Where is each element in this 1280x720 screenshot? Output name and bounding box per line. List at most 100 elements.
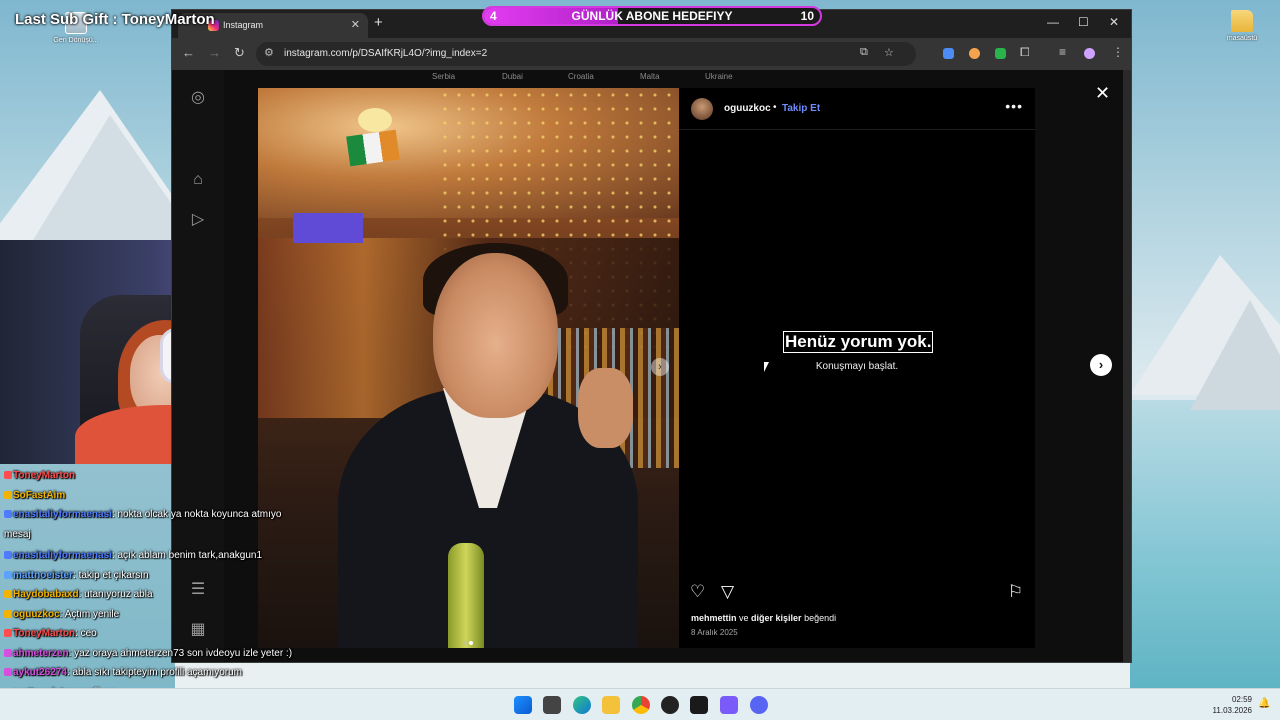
chat-text: nokta olcak ya nokta koyunca atmıyo: [117, 509, 282, 520]
obs-icon[interactable]: [720, 696, 738, 714]
menu-dots-icon[interactable]: ⋮: [1112, 45, 1124, 59]
taskbar: 02:59 11.03.2026 🔔: [0, 688, 1280, 720]
install-app-icon[interactable]: ⧉: [860, 46, 868, 59]
back-arrow-icon[interactable]: ←: [182, 45, 195, 60]
chat-badge-icon: [4, 570, 12, 579]
chat-message: Haydobabaxd: utanıyoruz abla: [4, 589, 153, 600]
instagram-page: ◎ ⌂ ▷ ☰ ▦ Serbia Dubai Croatia Malta Ukr…: [172, 70, 1131, 662]
chat-text: mesaj: [4, 528, 31, 540]
flag-label: Dubai: [502, 72, 523, 81]
maximize-icon[interactable]: ☐: [1078, 15, 1089, 29]
reels-icon[interactable]: ▷: [188, 210, 208, 230]
close-tab-icon[interactable]: ✕: [351, 18, 360, 31]
profile-avatar[interactable]: [1084, 48, 1095, 59]
wallpaper-lake: [1130, 400, 1280, 688]
start-conversation-text: Konuşmayı başlat.: [815, 361, 899, 372]
forward-arrow-icon[interactable]: →: [208, 45, 221, 60]
chat-username[interactable]: aykut26274: [13, 667, 67, 678]
author-avatar[interactable]: [691, 98, 713, 120]
chat-username[interactable]: mattnoeister: [13, 570, 73, 581]
likes-summary[interactable]: mehmettin ve diğer kişiler beğendi: [691, 613, 836, 623]
kick-streaming-icon[interactable]: [690, 696, 708, 714]
sub-goal-title: GÜNLÜK ABONE HEDEFIYY: [571, 9, 733, 23]
no-comments-title: Henüz yorum yok.: [783, 331, 934, 353]
minimize-icon[interactable]: —: [1047, 15, 1059, 29]
clock-time[interactable]: 02:59: [1220, 695, 1252, 704]
page-scrollbar[interactable]: [1123, 70, 1131, 662]
reload-icon[interactable]: ↻: [234, 45, 245, 61]
chat-username[interactable]: enasitaliyformaenasi: [13, 509, 112, 520]
task-view-icon[interactable]: [543, 696, 561, 714]
share-icon[interactable]: ▽: [721, 582, 734, 602]
follow-button[interactable]: Takip Et: [782, 103, 820, 114]
folder-icon: [1231, 10, 1253, 32]
site-info-icon[interactable]: ⚙: [264, 46, 274, 59]
close-icon[interactable]: ✕: [1095, 83, 1110, 104]
chat-username[interactable]: ToneyMarton: [13, 628, 75, 639]
edge-browser-icon[interactable]: [573, 696, 591, 714]
flag-label: Ukraine: [705, 72, 733, 81]
mouse-cursor: [764, 362, 769, 372]
translate-extension-icon[interactable]: [943, 48, 954, 59]
start-windows-icon[interactable]: [514, 696, 532, 714]
comments-panel: oguuzkoc • Takip Et ••• Henüz yorum yok.…: [679, 88, 1035, 648]
notification-bell-icon[interactable]: 🔔: [1258, 698, 1270, 709]
chat-text: yaz oraya ahmeterzen73 son ivdeoyu izle …: [74, 647, 293, 659]
chat-badge-icon: [4, 609, 12, 618]
chat-text: utanıyoruz abla: [84, 589, 153, 600]
clock-date[interactable]: 11.03.2026: [1210, 706, 1252, 715]
bookmark-star-icon[interactable]: ☆: [884, 46, 894, 59]
flag-label: Malta: [640, 72, 660, 81]
address-bar[interactable]: ⚙ instagram.com/p/DSAIfKRjL4O/?img_index…: [256, 42, 916, 66]
more-menu-icon[interactable]: ☰: [188, 580, 208, 600]
chat-badge-icon: [4, 490, 12, 499]
media-controls-icon[interactable]: ≡: [1059, 45, 1066, 59]
chat-text: açık ablam benim tark,anakgun1: [117, 550, 263, 561]
apps-grid-icon[interactable]: ▦: [188, 620, 208, 640]
chat-username[interactable]: SoFastAim: [13, 490, 65, 501]
flag-label: Serbia: [432, 72, 456, 81]
chat-badge-icon: [4, 629, 12, 637]
more-options-icon[interactable]: •••: [1005, 98, 1023, 114]
chat-username[interactable]: oguuzkoc: [13, 609, 60, 620]
file-explorer-icon[interactable]: [602, 696, 620, 714]
heart-icon[interactable]: ♡: [690, 582, 705, 602]
likes-user[interactable]: mehmettin: [691, 613, 737, 623]
chrome-icon[interactable]: [632, 696, 650, 714]
chat-username[interactable]: ToneyMarton: [13, 470, 75, 481]
post-photo[interactable]: ›: [258, 88, 679, 648]
app-icon[interactable]: [661, 696, 679, 714]
tab-title: Instagram: [223, 20, 264, 30]
chat-badge-icon: [4, 471, 12, 479]
chat-username[interactable]: ahmeterzen: [13, 648, 69, 659]
extensions-puzzle-icon[interactable]: ⧠: [1020, 45, 1030, 60]
carousel-next-icon[interactable]: ›: [651, 358, 669, 376]
new-tab-button[interactable]: +: [374, 14, 383, 31]
discord-icon[interactable]: [750, 696, 768, 714]
chat-username[interactable]: enasitaliyformaenasi: [13, 550, 112, 561]
sub-goal-target: 10: [800, 9, 814, 23]
likes-others[interactable]: diğer kişiler: [751, 613, 802, 623]
author-username[interactable]: oguuzkoc: [724, 103, 771, 114]
chat-badge-icon: [4, 510, 12, 518]
photo-man-hand: [578, 368, 633, 448]
next-post-chevron-icon[interactable]: ›: [1090, 354, 1112, 376]
chat-badge-icon: [4, 648, 12, 657]
url-text[interactable]: instagram.com/p/DSAIfKRjL4O/?img_index=2: [284, 48, 487, 59]
chat-text: ceo: [80, 628, 97, 639]
chat-message: SoFastAim: [4, 490, 65, 501]
close-window-icon[interactable]: ✕: [1109, 15, 1119, 29]
extension-icon[interactable]: [969, 48, 980, 59]
chat-message: enasitaliyformaenasi: açık ablam benim t…: [4, 550, 262, 561]
bookmark-icon[interactable]: ⚐: [1008, 582, 1023, 602]
instagram-logo-icon[interactable]: ◎: [188, 88, 208, 108]
hd-extension-icon[interactable]: [995, 48, 1006, 59]
chat-badge-icon: [4, 668, 12, 676]
chat-message: oguuzkoc: Açtım yenile: [4, 609, 119, 620]
chat-username[interactable]: Haydobabaxd: [13, 589, 79, 600]
chat-message: ToneyMarton: [4, 470, 75, 481]
desktop-folder-shortcut[interactable]: masaüstü: [1212, 10, 1272, 42]
chat-message: mattnoeister: takip et çıkarsın: [4, 570, 149, 581]
chat-text: takip et çıkarsın: [78, 569, 149, 581]
home-icon[interactable]: ⌂: [188, 170, 208, 190]
